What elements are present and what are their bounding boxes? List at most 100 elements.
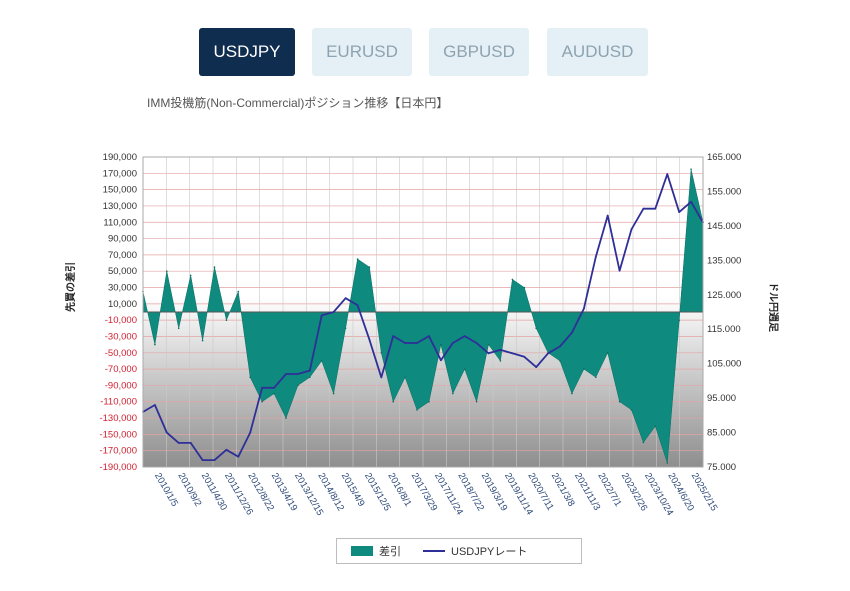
legend-line-swatch	[423, 550, 445, 552]
diff-point	[380, 352, 383, 354]
y-right-tick-label: 95.000	[707, 393, 736, 404]
right-axis-title: ドル円週足	[767, 282, 778, 332]
y-left-tick-label: 130,000	[103, 201, 137, 212]
y-left-tick-label: -10,000	[105, 315, 137, 326]
diff-point	[356, 258, 359, 260]
y-right-tick-label: 155.000	[707, 186, 741, 197]
rate-point	[380, 376, 383, 379]
rate-point	[225, 448, 228, 451]
diff-point	[595, 376, 597, 379]
diff-point	[499, 360, 502, 362]
y-left-tick-label: 10,000	[108, 299, 137, 310]
y-left-tick-label: -110,000	[100, 397, 137, 408]
y-right-tick-label: 135.000	[707, 255, 741, 266]
diff-point	[392, 400, 395, 403]
diff-point	[535, 327, 537, 330]
rate-point	[475, 342, 478, 344]
diff-point	[213, 266, 216, 268]
legend-label-diff: 差引	[379, 546, 401, 558]
rate-point	[416, 342, 418, 344]
diff-point	[690, 168, 692, 170]
position-chart: 190,000 170,000 150,000 130,000 110,000 90,00…	[99, 152, 741, 518]
rate-point	[332, 311, 335, 313]
y-right-tick-label: 105.000	[707, 359, 741, 370]
rate-point	[594, 256, 597, 258]
rate-point	[630, 228, 633, 231]
rate-point	[177, 442, 180, 444]
rate-point	[261, 386, 263, 389]
rate-point	[428, 335, 430, 337]
diff-point	[201, 339, 204, 342]
rate-point	[213, 459, 216, 461]
rate-point	[535, 366, 538, 368]
y-right-tick-label: 85.000	[707, 428, 736, 439]
diff-point	[166, 270, 168, 273]
diff-point	[487, 343, 490, 346]
y-left-tick-label: -90,000	[105, 380, 137, 391]
diff-point	[428, 400, 430, 403]
rate-point	[356, 304, 359, 306]
diff-point	[678, 319, 680, 322]
y-left-tick-label: -130,000	[99, 413, 137, 424]
y-left-tick-label: -150,000	[99, 429, 137, 440]
diff-point	[666, 462, 669, 464]
diff-point	[523, 286, 526, 289]
legend-item-rate: USDJPYレート	[423, 543, 527, 559]
y-left-tick-label: 150,000	[103, 185, 137, 196]
rate-point	[249, 431, 252, 434]
legend-area-swatch	[351, 546, 373, 556]
y-left-tick-label: -30,000	[105, 331, 137, 342]
rate-point	[440, 359, 442, 362]
rate-point	[368, 338, 371, 341]
rate-point	[690, 200, 692, 203]
diff-point	[642, 441, 645, 444]
rate-point	[297, 373, 299, 375]
rate-point	[320, 314, 323, 317]
y-left-tick-label: 50,000	[108, 266, 137, 277]
diff-point	[368, 266, 371, 268]
rate-point	[642, 207, 645, 210]
rate-point	[559, 345, 561, 348]
y-left-tick-label: 190,000	[103, 152, 137, 163]
rate-point	[511, 352, 514, 355]
rate-point	[654, 207, 657, 210]
diff-point	[261, 400, 263, 403]
rate-point	[678, 211, 681, 214]
diff-point	[297, 384, 299, 387]
rate-point	[451, 342, 454, 344]
rate-point	[189, 442, 192, 444]
diff-point	[559, 360, 561, 362]
rate-point	[201, 459, 204, 461]
diff-point	[440, 343, 442, 346]
y-right-tick-label: 115.000	[707, 324, 741, 335]
y-right-tick-label: 165.000	[707, 152, 741, 163]
diff-point	[177, 327, 180, 330]
legend-item-diff: 差引	[351, 543, 401, 559]
rate-point	[392, 335, 395, 337]
rate-point	[606, 214, 609, 217]
y-left-tick-label: -190,000	[99, 462, 137, 473]
rate-point	[499, 349, 502, 351]
legend-label-rate: USDJPYレート	[451, 546, 528, 558]
rate-point	[154, 404, 156, 406]
rate-point	[463, 335, 466, 337]
diff-point	[237, 290, 240, 293]
rate-point	[273, 386, 275, 389]
chart-legend: 差引 USDJPYレート	[336, 538, 582, 564]
diff-point	[320, 360, 323, 362]
y-left-tick-label: 30,000	[108, 283, 137, 294]
diff-point	[606, 352, 609, 354]
diff-point	[154, 343, 156, 346]
rate-point	[547, 352, 549, 355]
left-axis-title: 先買の差引	[66, 262, 77, 312]
rate-point	[308, 369, 311, 372]
diff-point	[189, 274, 192, 277]
rate-point	[237, 455, 240, 458]
diff-point	[654, 425, 657, 428]
rate-point	[404, 342, 406, 344]
rate-point	[618, 269, 621, 272]
diff-point	[583, 368, 585, 370]
diff-point	[309, 376, 311, 379]
y-left-tick-label: -50,000	[105, 348, 137, 359]
rate-point	[487, 352, 490, 355]
